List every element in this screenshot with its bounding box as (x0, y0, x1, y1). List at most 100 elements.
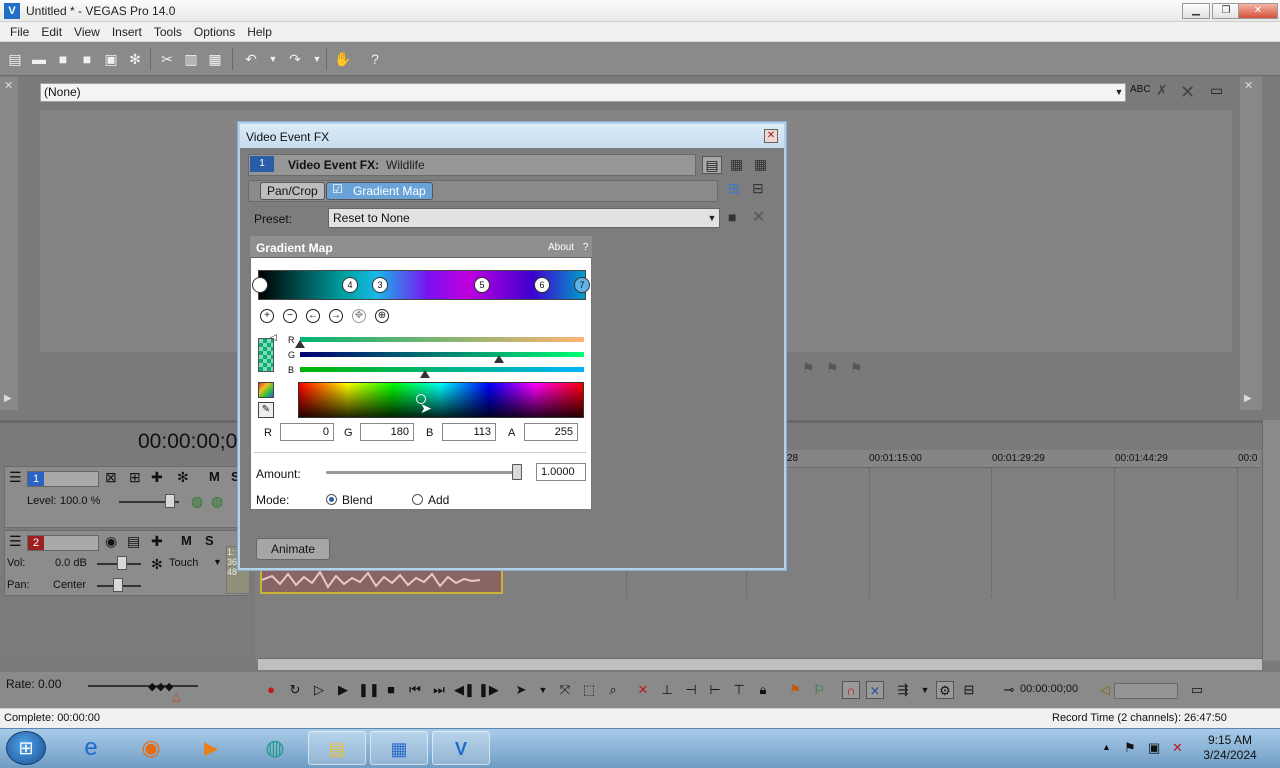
chat-app-icon[interactable]: ◍ (246, 731, 304, 765)
menu-tools[interactable]: Tools (148, 25, 188, 39)
control-panel-icon[interactable]: ▦ (370, 731, 428, 765)
normal-edit-tool-icon[interactable]: ➤ (512, 681, 530, 699)
paste-icon[interactable]: ▦ (206, 50, 224, 68)
rate-slider-knob-icon[interactable]: ◆◆◆ (148, 680, 173, 693)
file-explorer-icon[interactable]: ▤ (308, 731, 366, 765)
r-value-input[interactable]: 0 (280, 423, 334, 441)
redo-icon[interactable]: ↷ (286, 50, 304, 68)
about-link[interactable]: About ? (548, 242, 588, 253)
new-icon[interactable]: ▤ (6, 50, 24, 68)
gradient-stop[interactable]: 5 (474, 277, 490, 293)
lock-envelopes-icon[interactable]: ⚙ (936, 681, 954, 699)
vertical-scrollbar[interactable] (1262, 420, 1280, 660)
vegas-taskbar-icon[interactable]: V (432, 731, 490, 765)
track-collapse-icon[interactable]: ☰ (9, 469, 22, 486)
chevron-down-icon[interactable]: ▼ (704, 208, 720, 228)
track-fx-icon[interactable]: ⊞ (129, 469, 141, 486)
color-swatch[interactable] (258, 338, 274, 372)
play-icon[interactable]: ▶ (334, 681, 352, 699)
mode-blend-label[interactable]: Blend (342, 493, 373, 507)
amount-slider-track[interactable] (326, 471, 522, 474)
move-stop-right-icon[interactable]: → (329, 309, 343, 323)
media-player-icon[interactable]: ▶ (182, 731, 240, 765)
checkbox-checked-icon[interactable]: ☑ (332, 182, 343, 196)
composite-parent-icon[interactable]: ◍ (211, 493, 223, 510)
selection-tool-icon[interactable]: ⬚ (580, 681, 598, 699)
move-stop-left-icon[interactable]: ← (306, 309, 320, 323)
mode-blend-radio[interactable] (326, 494, 337, 505)
vol-slider-knob[interactable] (117, 556, 127, 570)
firefox-icon[interactable]: ◉ (122, 731, 180, 765)
save-as-icon[interactable]: ■ (78, 50, 96, 68)
color-spectrum-picker[interactable] (298, 382, 584, 418)
zoom-tool-icon[interactable]: ⌕ (604, 681, 622, 699)
save-preset-icon[interactable]: ■ (728, 209, 736, 225)
trim-end-icon[interactable]: ⊢ (706, 681, 724, 699)
expand-arrow-icon[interactable]: ▶ (1244, 393, 1252, 404)
network-icon[interactable]: ▣ (1148, 740, 1160, 756)
amount-value-input[interactable]: 1.0000 (536, 463, 586, 481)
previous-frame-icon[interactable]: ◀❚ (454, 681, 475, 699)
audio-track-header[interactable]: ☰ 2 ◉ ▤ ✚ M S Vol: 0.0 dB ✻ Touch ▼ Pan:… (4, 530, 248, 596)
taskbar-clock[interactable]: 9:15 AM 3/24/2024 (1194, 733, 1266, 763)
preview-tool-icon[interactable]: ⚑ (802, 360, 815, 377)
gradient-stop[interactable]: 6 (534, 277, 550, 293)
invert-phase-icon[interactable]: ▤ (127, 533, 140, 550)
view-list-icon[interactable]: ▤ (702, 156, 722, 174)
trim-start-icon[interactable]: ⊣ (682, 681, 700, 699)
ignore-grouping-icon[interactable]: ⊟ (960, 681, 978, 699)
red-channel-caret[interactable] (295, 340, 305, 348)
show-hidden-icons-icon[interactable]: ▲ (1102, 742, 1111, 752)
volume-muted-icon[interactable]: ✕ (1172, 740, 1183, 756)
automation-mode-label[interactable]: Touch (169, 557, 198, 569)
go-to-start-icon[interactable]: ⏮ (406, 681, 424, 699)
ripple-edit-icon[interactable]: ⇶ (894, 681, 912, 699)
copy-icon[interactable]: ▥ (182, 50, 200, 68)
trim-icon[interactable]: ⊥ (658, 681, 676, 699)
add-stop-icon[interactable]: + (260, 309, 274, 323)
menu-file[interactable]: File (4, 25, 35, 39)
enable-snapping-icon[interactable]: ✋ (334, 50, 352, 68)
green-channel-caret[interactable] (494, 355, 504, 363)
delete-preset-icon[interactable]: ✕ (752, 207, 765, 227)
play-from-start-icon[interactable]: ▷ (310, 681, 328, 699)
automation-settings-gear-icon[interactable]: ✻ (151, 556, 163, 573)
mode-add-label[interactable]: Add (428, 493, 449, 507)
green-channel-slider[interactable] (300, 352, 584, 357)
audio-track-name[interactable]: 2 (27, 535, 99, 551)
track-motion-icon[interactable]: ⊠ (105, 469, 117, 486)
menu-view[interactable]: View (68, 25, 106, 39)
lock-icon[interactable]: 🔒︎ (754, 681, 772, 699)
record-arm-icon[interactable]: ◉ (105, 533, 117, 550)
preset-select[interactable]: Reset to None (328, 208, 720, 228)
help-icon[interactable]: ? (583, 242, 589, 253)
video-track-header[interactable]: ☰ 1 ⊠ ⊞ ✚ ✻ M S Level: 100.0 % ◍ ◍ (4, 466, 248, 528)
rate-slider-track[interactable] (88, 685, 198, 687)
a-value-input[interactable]: 255 (524, 423, 578, 441)
snapping-magnet-icon[interactable]: ∩ (842, 681, 860, 699)
audio-event-clip[interactable] (260, 566, 503, 594)
gradient-stop[interactable]: 3 (372, 277, 388, 293)
menu-insert[interactable]: Insert (106, 25, 148, 39)
mute-button[interactable]: M (181, 533, 192, 548)
track-collapse-icon[interactable]: ☰ (9, 533, 22, 550)
menu-options[interactable]: Options (188, 25, 241, 39)
cut-icon[interactable]: ✂ (158, 50, 176, 68)
preview-preset-select[interactable]: (None) (40, 83, 1126, 102)
save-icon[interactable]: ■ (54, 50, 72, 68)
stop-icon[interactable]: ■ (382, 681, 400, 699)
view-grid-icon[interactable]: ▦ (730, 156, 743, 173)
pause-icon[interactable]: ❚❚ (358, 681, 380, 699)
menu-help[interactable]: Help (241, 25, 278, 39)
close-icon[interactable]: ✕ (1180, 82, 1195, 103)
video-track-name[interactable]: 1 (27, 471, 99, 487)
amount-slider-knob[interactable] (512, 464, 522, 480)
blue-channel-slider[interactable] (300, 367, 584, 372)
start-button-windows-icon[interactable]: ⊞ (6, 731, 46, 765)
composite-child-icon[interactable]: ◍ (191, 493, 203, 510)
go-to-end-icon[interactable]: ⏭ (430, 681, 448, 699)
minimize-button[interactable]: ▁ (1182, 3, 1210, 19)
chevron-down-icon[interactable]: ▼ (534, 681, 552, 699)
close-pane-icon[interactable]: ✕ (4, 79, 13, 92)
chevron-down-icon[interactable]: ▼ (1112, 84, 1126, 101)
